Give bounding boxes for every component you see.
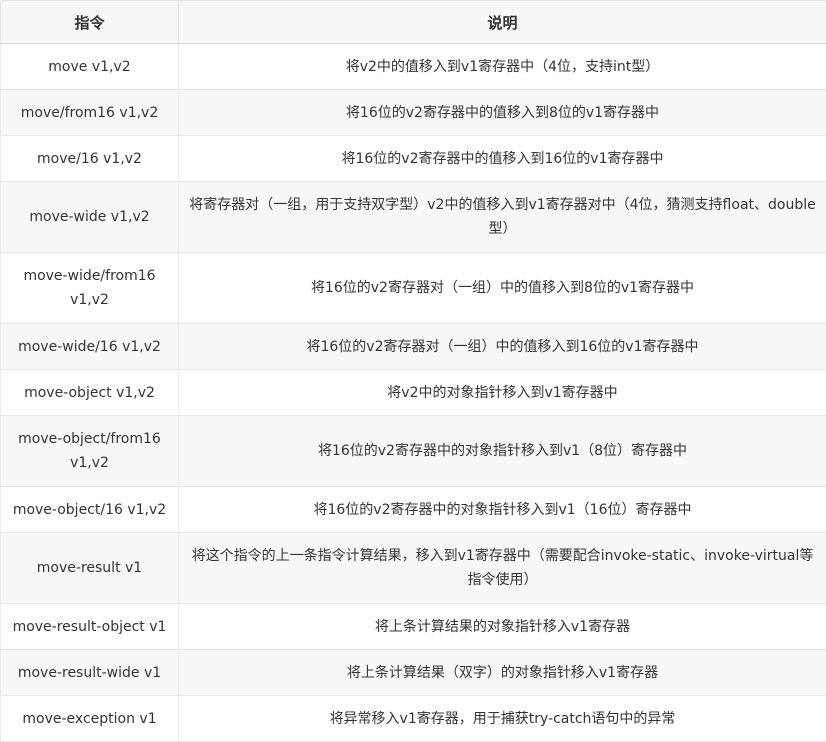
description-cell: 将16位的v2寄存器中的值移入到16位的v1寄存器中 bbox=[179, 136, 826, 182]
table-row: move v1,v2 将v2中的值移入到v1寄存器中（4位，支持int型） bbox=[1, 44, 826, 90]
instruction-cell: move-object v1,v2 bbox=[1, 370, 179, 416]
table-row: move-wide v1,v2 将寄存器对（一组，用于支持双字型）v2中的值移入… bbox=[1, 182, 826, 253]
description-cell: 将异常移入v1寄存器，用于捕获try-catch语句中的异常 bbox=[179, 696, 826, 742]
table-row: move-object v1,v2 将v2中的对象指针移入到v1寄存器中 bbox=[1, 370, 826, 416]
description-cell: 将16位的v2寄存器中的对象指针移入到v1（16位）寄存器中 bbox=[179, 487, 826, 533]
instruction-cell: move-wide v1,v2 bbox=[1, 182, 179, 253]
instruction-cell: move-object/16 v1,v2 bbox=[1, 487, 179, 533]
header-instruction: 指令 bbox=[1, 1, 179, 44]
instruction-cell: move-result v1 bbox=[1, 533, 179, 604]
table-row: move-object/16 v1,v2 将16位的v2寄存器中的对象指针移入到… bbox=[1, 487, 826, 533]
table-row: move-result-object v1 将上条计算结果的对象指针移入v1寄存… bbox=[1, 604, 826, 650]
table-row: move-wide/16 v1,v2 将16位的v2寄存器对（一组）中的值移入到… bbox=[1, 324, 826, 370]
instruction-cell: move-result-object v1 bbox=[1, 604, 179, 650]
description-cell: 将寄存器对（一组，用于支持双字型）v2中的值移入到v1寄存器对中（4位，猜测支持… bbox=[179, 182, 826, 253]
table-row: move-result-wide v1 将上条计算结果（双字）的对象指针移入v1… bbox=[1, 650, 826, 696]
instruction-cell: move/16 v1,v2 bbox=[1, 136, 179, 182]
instruction-cell: move-result-wide v1 bbox=[1, 650, 179, 696]
description-cell: 将16位的v2寄存器中的对象指针移入到v1（8位）寄存器中 bbox=[179, 416, 826, 487]
instruction-cell: move/from16 v1,v2 bbox=[1, 90, 179, 136]
instruction-table: 指令 说明 move v1,v2 将v2中的值移入到v1寄存器中（4位，支持in… bbox=[0, 0, 826, 742]
instruction-cell: move-object/from16 v1,v2 bbox=[1, 416, 179, 487]
table-row: move/16 v1,v2 将16位的v2寄存器中的值移入到16位的v1寄存器中 bbox=[1, 136, 826, 182]
instruction-cell: move-wide/16 v1,v2 bbox=[1, 324, 179, 370]
table-row: move-wide/from16 v1,v2 将16位的v2寄存器对（一组）中的… bbox=[1, 253, 826, 324]
table-header-row: 指令 说明 bbox=[1, 1, 826, 44]
header-description: 说明 bbox=[179, 1, 826, 44]
table-row: move-result v1 将这个指令的上一条指令计算结果，移入到v1寄存器中… bbox=[1, 533, 826, 604]
table-row: move-object/from16 v1,v2 将16位的v2寄存器中的对象指… bbox=[1, 416, 826, 487]
instruction-cell: move-exception v1 bbox=[1, 696, 179, 742]
description-cell: 将v2中的对象指针移入到v1寄存器中 bbox=[179, 370, 826, 416]
description-cell: 将上条计算结果的对象指针移入v1寄存器 bbox=[179, 604, 826, 650]
description-cell: 将16位的v2寄存器对（一组）中的值移入到8位的v1寄存器中 bbox=[179, 253, 826, 324]
description-cell: 将上条计算结果（双字）的对象指针移入v1寄存器 bbox=[179, 650, 826, 696]
description-cell: 将16位的v2寄存器中的值移入到8位的v1寄存器中 bbox=[179, 90, 826, 136]
table-row: move-exception v1 将异常移入v1寄存器，用于捕获try-cat… bbox=[1, 696, 826, 742]
description-cell: 将v2中的值移入到v1寄存器中（4位，支持int型） bbox=[179, 44, 826, 90]
instruction-cell: move-wide/from16 v1,v2 bbox=[1, 253, 179, 324]
table-row: move/from16 v1,v2 将16位的v2寄存器中的值移入到8位的v1寄… bbox=[1, 90, 826, 136]
instruction-cell: move v1,v2 bbox=[1, 44, 179, 90]
description-cell: 将这个指令的上一条指令计算结果，移入到v1寄存器中（需要配合invoke-sta… bbox=[179, 533, 826, 604]
description-cell: 将16位的v2寄存器对（一组）中的值移入到16位的v1寄存器中 bbox=[179, 324, 826, 370]
